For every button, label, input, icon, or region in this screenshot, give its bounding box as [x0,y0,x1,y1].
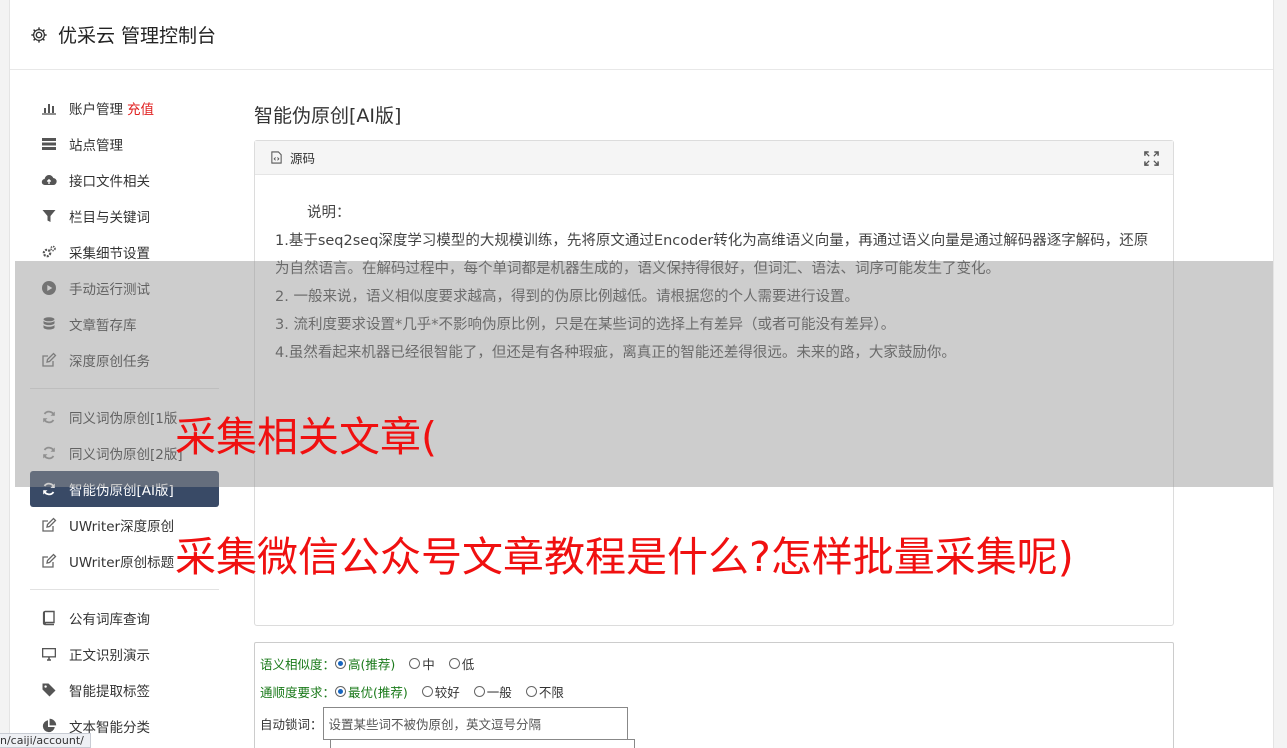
fluency-row: 通顺度要求： 最优(推荐) 较好 一般 不限 [260,677,1173,705]
radio-icon[interactable] [421,685,433,697]
fluency-label: 通顺度要求： [260,684,336,700]
tag-icon [40,681,58,699]
radio-icon[interactable] [335,657,347,669]
sidebar-item-label: 站点管理 [69,138,123,154]
sidebar-item-label: UWriter原创标题 [69,555,175,571]
radio-icon[interactable] [409,657,421,669]
sidebar-item[interactable]: 正文识别演示 [30,636,220,672]
app-title: 优采云 管理控制台 [58,25,217,47]
sidebar-item-label: 接口文件相关 [69,174,150,190]
second-input[interactable] [330,739,635,748]
sidebar-item[interactable]: 站点管理 [30,126,220,162]
edit-icon [40,552,58,570]
sidebar-item-label: 采集细节设置 [69,246,150,262]
sidebar-item-label: 账户管理 [69,102,123,118]
gear-icon [31,26,47,43]
similarity-option-high[interactable]: 高(推荐) [335,654,395,673]
radio-icon[interactable] [525,685,537,697]
status-bar-url: n/caiji/account/ [0,733,91,748]
sidebar-item-label: 栏目与关键词 [69,210,150,226]
sidebar-item[interactable]: 接口文件相关 [30,162,220,198]
sidebar-divider [30,589,219,590]
monitor-icon [40,645,58,663]
edit-icon [40,516,58,534]
similarity-option-low[interactable]: 低 [448,654,474,673]
fluency-option-best[interactable]: 最优(推荐) [335,682,408,701]
sidebar-item-label: 公有词库查询 [69,612,150,628]
panel-header-label: 源码 [290,151,316,166]
radio-icon[interactable] [473,685,485,697]
lock-words-label: 自动锁词： [260,716,323,732]
recharge-link[interactable]: 充值 [127,98,154,118]
sidebar-item-label: 智能提取标签 [69,684,150,700]
similarity-row: 语义相似度： 高(推荐) 中 低 [260,649,1173,677]
book-icon [40,609,58,627]
fullscreen-icon[interactable] [1144,151,1159,166]
fluency-option-normal[interactable]: 一般 [473,682,512,701]
sidebar-item[interactable]: 栏目与关键词 [30,198,220,234]
overlay-headline-1: 采集相关文章( [175,413,437,461]
fluency-option-any[interactable]: 不限 [525,682,564,701]
settings-form: 语义相似度： 高(推荐) 中 低 通顺度要求： 最优(推荐) 较好 一般 不限 … [254,642,1174,748]
overlay-headline-2: 采集微信公众号文章教程是什么?怎样批量采集呢) [175,533,1074,581]
sidebar-item-label: UWriter深度原创 [69,519,175,535]
sidebar-item[interactable]: 账户管理 充值 [30,90,220,126]
gears-icon [40,243,58,261]
intro-text: 说明： [307,205,351,221]
sidebar-item[interactable]: 智能提取标签 [30,672,220,708]
code-file-icon [271,151,282,164]
radio-icon[interactable] [335,685,347,697]
sidebar-item-label: 正文识别演示 [69,648,150,664]
similarity-label: 语义相似度： [260,656,336,672]
fluency-option-good[interactable]: 较好 [421,682,460,701]
lock-words-input[interactable]: 设置某些词不被伪原创，英文逗号分隔 [322,706,628,740]
cloud-upload-icon [40,171,58,189]
server-icon [40,135,58,153]
filter-icon [40,207,58,225]
panel-header: 源码 [255,141,1173,175]
similarity-option-medium[interactable]: 中 [409,654,435,673]
bar-chart-icon [40,99,58,117]
page-title: 智能伪原创[AI版] [254,105,402,127]
top-bar: 优采云 管理控制台 [10,0,1273,70]
lock-words-row: 自动锁词： 设置某些词不被伪原创，英文逗号分隔 [260,705,1173,741]
sidebar-item[interactable]: 公有词库查询 [30,600,220,636]
radio-icon[interactable] [448,657,460,669]
